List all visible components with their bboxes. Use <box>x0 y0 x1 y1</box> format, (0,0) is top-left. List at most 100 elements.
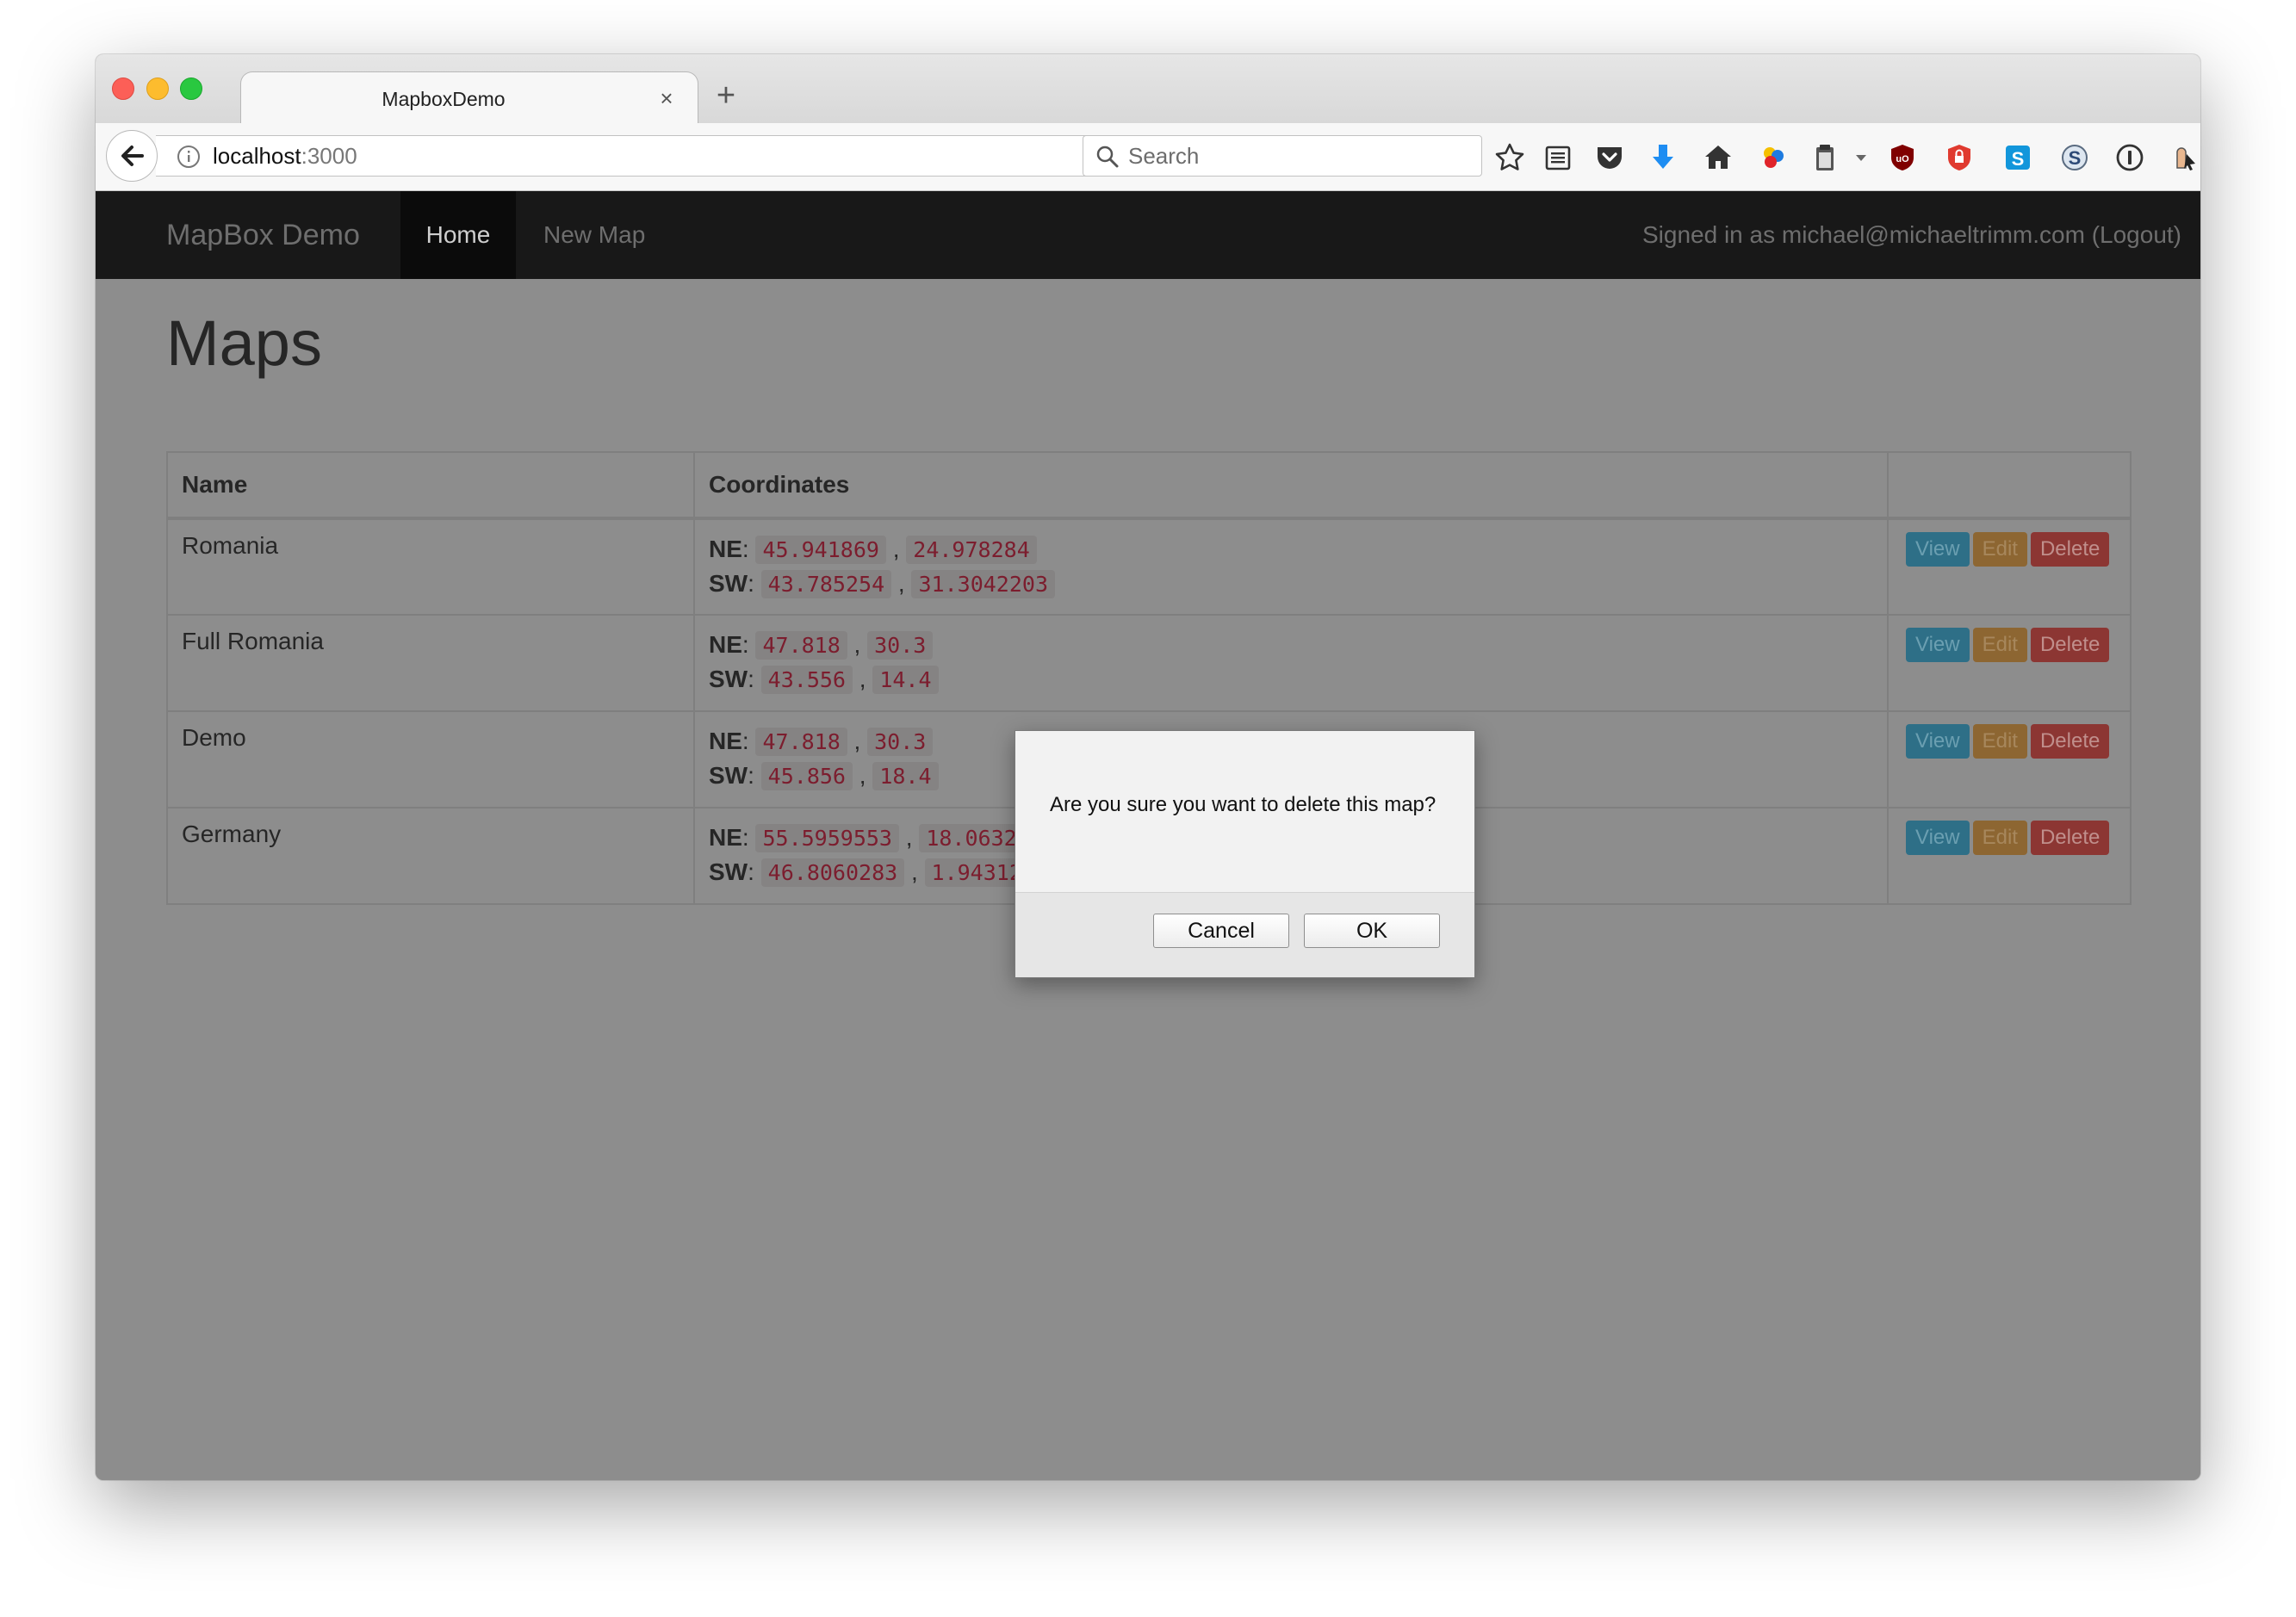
sw-lat: 45.856 <box>760 762 853 790</box>
url-host: localhost <box>213 143 301 169</box>
svg-text:S: S <box>2069 147 2082 169</box>
ne-label: NE <box>709 728 742 754</box>
ne-lat: 55.5959553 <box>755 824 899 852</box>
onepassword-icon[interactable] <box>2114 142 2145 173</box>
ne-lat: 47.818 <box>755 631 847 660</box>
map-name: Full Romania <box>166 614 695 712</box>
view-button[interactable]: View <box>1906 821 1970 855</box>
view-button[interactable]: View <box>1906 628 1970 662</box>
table-header-row: Name Coordinates <box>166 451 2132 520</box>
sw-lng: 18.4 <box>872 762 939 790</box>
confirm-dialog: Are you sure you want to delete this map… <box>1015 730 1475 978</box>
back-icon <box>121 146 144 166</box>
tab-title: MapboxDemo <box>382 88 506 110</box>
clipboard-icon[interactable] <box>1809 142 1840 173</box>
svg-text:uO: uO <box>1896 154 1909 164</box>
edit-button[interactable]: Edit <box>1972 724 2027 759</box>
ne-lng: 30.3 <box>867 728 934 756</box>
browser-toolbar: localhost:3000 Search uO S S <box>96 123 2200 191</box>
dialog-message: Are you sure you want to delete this map… <box>1050 793 1437 816</box>
map-name: Demo <box>166 710 695 808</box>
close-window-button[interactable] <box>112 77 134 100</box>
actions-cell: View Edit Delete <box>1887 710 2132 808</box>
delete-button[interactable]: Delete <box>2030 821 2110 855</box>
download-icon[interactable] <box>1648 142 1679 173</box>
nav-new-map[interactable]: New Map <box>543 191 645 279</box>
sw-lat: 46.8060283 <box>760 858 905 887</box>
sw-lat: 43.785254 <box>760 570 892 598</box>
reading-list-icon[interactable] <box>1542 142 1573 173</box>
tab-close-icon[interactable]: × <box>655 86 679 110</box>
dialog-footer: Cancel OK <box>1015 892 1474 977</box>
ok-button[interactable]: OK <box>1304 914 1440 948</box>
delete-button[interactable]: Delete <box>2030 628 2110 662</box>
map-name: Germany <box>166 807 695 905</box>
ne-lat: 47.818 <box>755 728 847 756</box>
view-button[interactable]: View <box>1906 532 1970 567</box>
pocket-icon[interactable] <box>1594 142 1625 173</box>
bookmark-star-icon[interactable] <box>1494 142 1525 173</box>
browser-window: MapboxDemo × + localhost:3000 Search uO … <box>96 54 2200 1480</box>
cursor-extension-icon[interactable] <box>2169 142 2200 173</box>
cancel-button[interactable]: Cancel <box>1153 914 1289 948</box>
brand-link[interactable]: MapBox Demo <box>166 191 360 279</box>
chevron-down-icon[interactable] <box>1851 142 1882 173</box>
sw-lng: 14.4 <box>872 666 939 694</box>
actions-cell: View Edit Delete <box>1887 614 2132 712</box>
ne-lat: 45.941869 <box>755 536 886 564</box>
url-bar[interactable]: localhost:3000 <box>156 135 1164 177</box>
edit-button[interactable]: Edit <box>1972 628 2027 662</box>
header-actions <box>1887 451 2132 520</box>
edit-button[interactable]: Edit <box>1972 821 2027 855</box>
url-text[interactable]: localhost:3000 <box>213 136 357 176</box>
color-picker-icon[interactable] <box>1758 142 1789 173</box>
page-title: Maps <box>166 307 322 379</box>
app-navbar: MapBox Demo Home New Map Signed in as mi… <box>96 191 2200 279</box>
sw-label: SW <box>709 570 748 597</box>
extension-s-icon[interactable]: S <box>2002 142 2033 173</box>
ublock-icon[interactable]: uO <box>1887 142 1918 173</box>
signed-in-text[interactable]: Signed in as michael@michaeltrimm.com (L… <box>1642 191 2181 279</box>
header-coordinates: Coordinates <box>693 451 1889 520</box>
tab-strip: MapboxDemo × + <box>96 54 2200 126</box>
ne-lng: 30.3 <box>867 631 934 660</box>
nav-home[interactable]: Home <box>400 191 516 279</box>
search-icon <box>1095 145 1120 173</box>
extension-s-circle-icon[interactable]: S <box>2059 142 2090 173</box>
new-tab-button[interactable]: + <box>709 78 743 113</box>
zoom-window-button[interactable] <box>180 77 202 100</box>
privacy-shield-icon[interactable] <box>1944 142 1975 173</box>
home-icon[interactable] <box>1703 142 1734 173</box>
delete-button[interactable]: Delete <box>2030 532 2110 567</box>
view-button[interactable]: View <box>1906 724 1970 759</box>
header-name: Name <box>166 451 695 520</box>
search-bar[interactable]: Search <box>1083 135 1482 177</box>
ne-label: NE <box>709 631 742 658</box>
browser-tab[interactable]: MapboxDemo × <box>240 71 698 126</box>
sw-lat: 43.556 <box>760 666 853 694</box>
search-placeholder: Search <box>1128 143 1200 169</box>
coordinates-cell: NE: 45.941869 , 24.978284 SW: 43.785254 … <box>693 517 1889 616</box>
sw-lng: 31.3042203 <box>911 570 1055 598</box>
ne-label: NE <box>709 536 742 562</box>
table-row: Romania NE: 45.941869 , 24.978284 SW: 43… <box>166 517 2132 616</box>
svg-text:S: S <box>2012 148 2025 170</box>
sw-label: SW <box>709 666 748 692</box>
table-row: Full Romania NE: 47.818 , 30.3 SW: 43.55… <box>166 614 2132 712</box>
actions-cell: View Edit Delete <box>1887 807 2132 905</box>
ne-lng: 24.978284 <box>906 536 1037 564</box>
minimize-window-button[interactable] <box>146 77 169 100</box>
delete-button[interactable]: Delete <box>2030 724 2110 759</box>
sw-label: SW <box>709 858 748 885</box>
ne-line: NE: 47.818 , 30.3 <box>709 628 1873 662</box>
coordinates-cell: NE: 47.818 , 30.3 SW: 43.556 , 14.4 <box>693 614 1889 712</box>
back-button[interactable] <box>106 130 158 182</box>
url-port: :3000 <box>301 143 357 169</box>
actions-cell: View Edit Delete <box>1887 517 2132 616</box>
page-content: MapBox Demo Home New Map Signed in as mi… <box>96 191 2200 1480</box>
edit-button[interactable]: Edit <box>1972 532 2027 567</box>
sw-line: SW: 43.556 , 14.4 <box>709 662 1873 697</box>
info-icon[interactable] <box>177 145 201 173</box>
sw-label: SW <box>709 762 748 789</box>
sw-line: SW: 43.785254 , 31.3042203 <box>709 567 1873 601</box>
